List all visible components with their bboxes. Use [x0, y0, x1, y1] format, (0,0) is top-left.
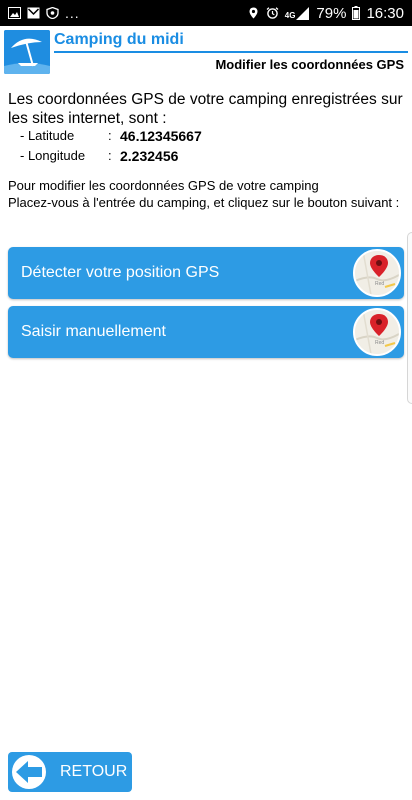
instructions: Pour modifier les coordonnées GPS de vot…: [8, 177, 408, 211]
intro-text: Les coordonnées GPS de votre camping enr…: [8, 91, 403, 127]
status-more: ...: [65, 5, 80, 21]
longitude-value: 2.232456: [120, 148, 179, 164]
map-pin-icon: Red: [353, 249, 401, 297]
longitude-label: - Longitude: [20, 148, 86, 163]
svg-text:Red: Red: [375, 281, 384, 287]
gallery-icon: [8, 7, 21, 19]
battery-percent: 79%: [316, 4, 347, 22]
page-title: Modifier les coordonnées GPS: [215, 57, 404, 72]
status-left: ...: [8, 5, 80, 21]
latitude-label: - Latitude: [20, 128, 75, 143]
back-arrow-icon: [12, 755, 46, 789]
vpn-icon: [46, 7, 59, 19]
signal-icon: [296, 6, 310, 20]
beach-umbrella-logo: [4, 30, 50, 74]
detect-gps-button[interactable]: Détecter votre position GPS Red: [8, 247, 404, 299]
latitude-separator: :: [108, 128, 112, 143]
alarm-icon: [266, 7, 279, 19]
map-pin-icon: Red: [353, 308, 401, 356]
edge-panel-handle[interactable]: [407, 232, 412, 404]
manual-entry-button[interactable]: Saisir manuellement Red: [8, 306, 404, 358]
app-header: Camping du midi Modifier les coordonnées…: [0, 26, 412, 78]
app-title: Camping du midi: [54, 31, 184, 48]
header-divider: [54, 51, 408, 53]
network-indicator: 4G: [284, 6, 311, 20]
mail-icon: [27, 7, 40, 19]
clock: 16:30: [366, 4, 404, 22]
longitude-row: - Longitude : 2.232456: [20, 148, 178, 164]
network-type: 4G: [284, 10, 296, 20]
svg-text:Red: Red: [375, 340, 384, 346]
latitude-value: 46.12345667: [120, 128, 202, 144]
detect-gps-label: Détecter votre position GPS: [21, 264, 220, 281]
instructions-line-1: Pour modifier les coordonnées GPS de vot…: [8, 178, 319, 193]
status-bar: ... 4G 79% 16:30: [0, 0, 412, 26]
back-label: RETOUR: [60, 763, 128, 780]
latitude-row: - Latitude : 46.12345667: [20, 128, 202, 144]
back-button[interactable]: RETOUR: [8, 752, 132, 792]
status-right: 4G 79% 16:30: [247, 5, 404, 22]
battery-icon: [352, 6, 361, 20]
instructions-line-2: Placez-vous à l'entrée du camping, et cl…: [8, 195, 400, 210]
location-icon: [249, 7, 258, 19]
longitude-separator: :: [108, 148, 112, 163]
manual-entry-label: Saisir manuellement: [21, 323, 166, 340]
